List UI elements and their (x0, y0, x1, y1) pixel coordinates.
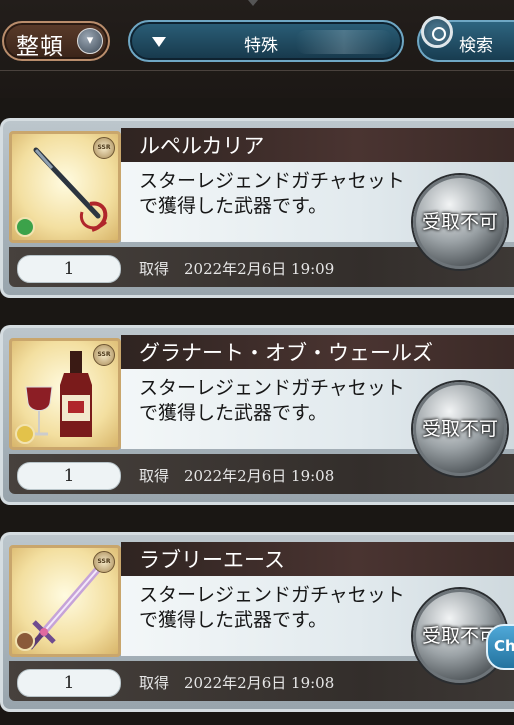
element-earth-icon (15, 631, 35, 651)
item-acquired-date: 取得 2022年2月6日 19:08 (139, 674, 335, 692)
sort-button[interactable]: 整頓 ▾ (2, 21, 110, 61)
item-name: グラナート・オブ・ウェールズ (139, 341, 433, 365)
item-description: スターレジェンドガチャセットで獲得した武器です。 (139, 584, 405, 631)
item-card: SSR ルペルカリア スターレジェンドガチャセットで獲得した武器です。 1 取得… (0, 118, 514, 298)
item-thumbnail[interactable]: SSR (9, 545, 121, 657)
element-wind-icon (15, 217, 35, 237)
chat-button[interactable]: Ch (486, 624, 514, 670)
item-name: ルペルカリア (139, 134, 265, 158)
item-acquired-date: 取得 2022年2月6日 19:08 (139, 467, 335, 485)
search-button[interactable]: 検索 (417, 16, 514, 62)
item-quantity: 1 (17, 255, 121, 283)
claim-button[interactable]: 受取不可 (413, 175, 507, 269)
item-card: SSR グラナート・オブ・ウェールズ スターレジェンドガチャセットで獲得した武器… (0, 325, 514, 505)
rarity-badge: SSR (93, 551, 115, 573)
item-quantity: 1 (17, 669, 121, 697)
rarity-badge: SSR (93, 344, 115, 366)
rarity-badge: SSR (93, 137, 115, 159)
item-name: ラブリーエース (139, 548, 285, 572)
sort-chevron-icon: ▾ (77, 28, 103, 54)
sort-label: 整頓 (16, 34, 64, 60)
filter-dropdown[interactable]: 特殊 (128, 20, 404, 62)
scroll-indicator-icon (248, 0, 258, 6)
dropdown-triangle-icon (152, 37, 166, 47)
item-description: スターレジェンドガチャセットで獲得した武器です。 (139, 170, 405, 217)
item-thumbnail[interactable]: SSR (9, 338, 121, 450)
item-card: SSR ラブリーエース スターレジェンドガチャセットで獲得した武器です。 1 取… (0, 532, 514, 712)
item-quantity: 1 (17, 462, 121, 490)
item-acquired-date: 取得 2022年2月6日 19:09 (139, 260, 335, 278)
toolbar: 整頓 ▾ 特殊 検索 (0, 0, 514, 98)
search-label: 検索 (459, 36, 493, 56)
item-thumbnail[interactable]: SSR (9, 131, 121, 243)
toolbar-divider (0, 70, 514, 71)
filter-label: 特殊 (244, 36, 278, 56)
claim-button[interactable]: 受取不可 (413, 382, 507, 476)
item-description: スターレジェンドガチャセットで獲得した武器です。 (139, 377, 405, 424)
filter-decoration (296, 30, 392, 54)
element-light-icon (15, 424, 35, 444)
gear-search-icon (421, 16, 453, 48)
